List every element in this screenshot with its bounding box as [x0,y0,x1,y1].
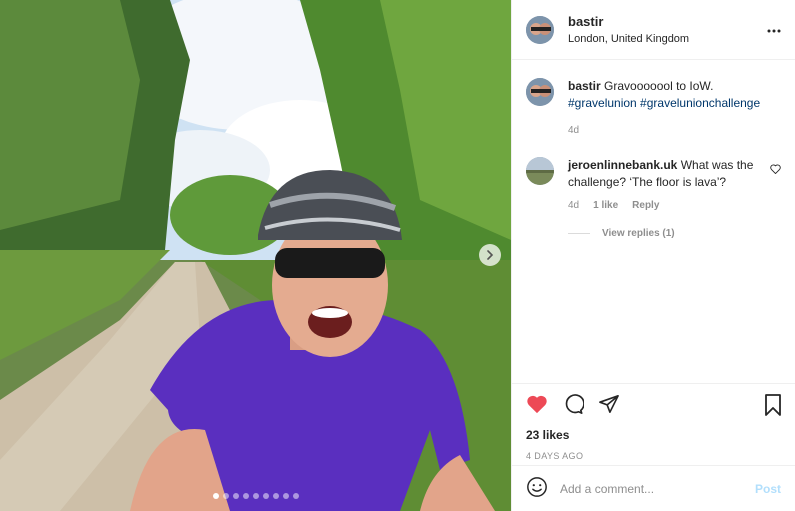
avatar[interactable] [526,78,554,106]
next-slide-button[interactable] [479,244,501,266]
comment-input[interactable] [560,481,755,496]
avatar[interactable] [526,15,554,44]
comment-button[interactable] [562,393,585,418]
replies-divider [568,233,590,234]
add-comment-bar: Post [512,465,795,511]
avatar-image [526,15,554,44]
carousel-dot [282,493,289,499]
like-button[interactable] [526,394,548,417]
avatar[interactable] [526,157,554,185]
post-header: bastir London, United Kingdom [512,0,795,60]
comment-icon [565,393,585,414]
post-comment-button[interactable]: Post [755,482,781,496]
post-actions: 23 likes 4 DAYS AGO [512,383,795,465]
post-photo[interactable] [0,0,511,511]
emoji-button[interactable] [526,476,548,501]
chevron-right-icon [487,250,494,260]
comment-time: 4d [568,200,580,211]
carousel-dot [212,493,219,499]
view-replies-label: View replies (1) [602,228,675,239]
post-author-username[interactable]: bastir [568,14,689,29]
comment-likes[interactable]: 1 like [593,197,618,214]
carousel-dot [222,493,229,499]
like-comment-button[interactable] [770,163,781,177]
comments-section: bastir Gravooooool to IoW. #gravelunion … [512,60,795,383]
carousel-dot [292,493,299,499]
avatar-image [526,78,554,106]
post-details-panel: bastir London, United Kingdom bastir Gra… [511,0,795,511]
caption-time: 4d [568,125,580,136]
caption-text: Gravooooool to IoW. [604,79,714,93]
carousel-dot [242,493,249,499]
cyclist-selfie-image [0,0,511,511]
reply-button[interactable]: Reply [632,197,659,214]
post-date: 4 DAYS AGO [526,451,584,461]
caption-hashtags[interactable]: #gravelunion #gravelunionchallenge [568,95,768,112]
caption-username[interactable]: bastir [568,79,601,93]
comment-item: jeroenlinnebank.uk What was the challeng… [526,157,781,214]
post-location[interactable]: London, United Kingdom [568,33,689,45]
instagram-post: bastir London, United Kingdom bastir Gra… [0,0,795,511]
avatar-image [526,157,554,185]
carousel-dot [262,493,269,499]
more-options-button[interactable] [767,20,781,36]
heart-filled-icon [527,395,547,413]
smiley-icon [527,477,547,497]
share-button[interactable] [598,394,620,417]
heart-outline-icon [770,164,781,175]
carousel-dot [252,493,259,499]
send-icon [599,394,619,413]
save-button[interactable] [763,394,783,419]
carousel-dot [272,493,279,499]
more-horizontal-icon [767,29,781,33]
view-replies-button[interactable]: View replies (1) [568,228,781,239]
bookmark-icon [765,394,781,416]
likes-count[interactable]: 23 likes [526,428,781,442]
caption: bastir Gravooooool to IoW. #gravelunion … [526,78,781,139]
carousel-indicator [0,493,511,499]
comment-username[interactable]: jeroenlinnebank.uk [568,158,677,172]
carousel-dot [232,493,239,499]
